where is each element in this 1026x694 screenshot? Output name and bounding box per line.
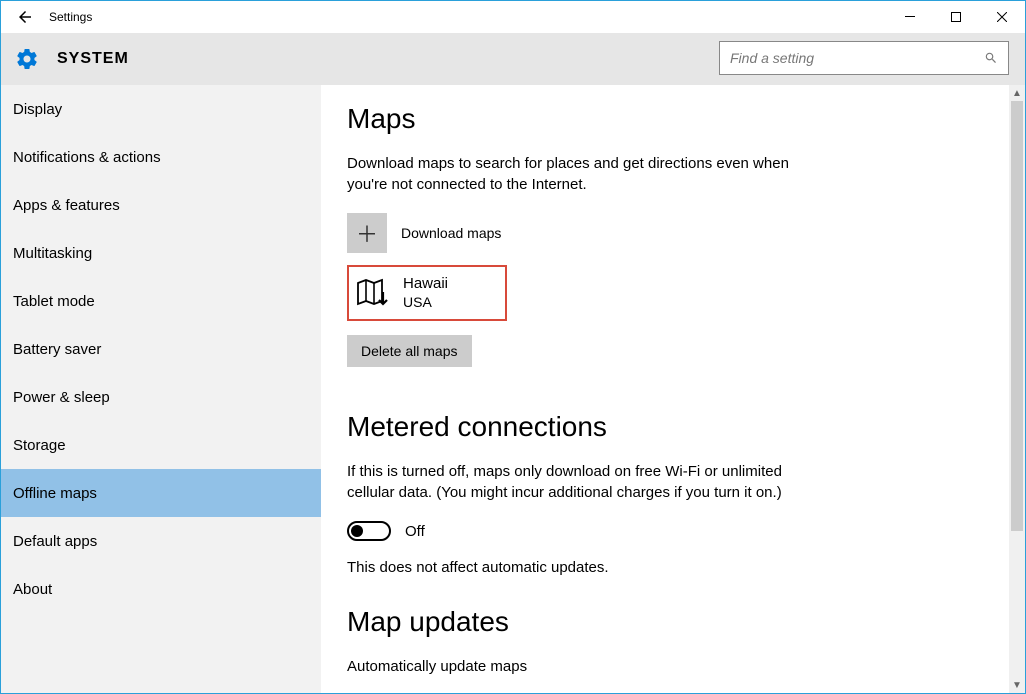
sidebar-item-label: Storage bbox=[13, 437, 66, 454]
plus-tile[interactable]: ＋ bbox=[347, 213, 387, 253]
maximize-button[interactable] bbox=[933, 1, 979, 33]
sidebar-item-offline-maps[interactable]: Offline maps bbox=[1, 469, 321, 517]
scroll-up-arrow-icon[interactable]: ▲ bbox=[1009, 85, 1025, 101]
sidebar-item-label: Battery saver bbox=[13, 341, 101, 358]
minimize-icon bbox=[905, 12, 915, 22]
sidebar-item-label: Offline maps bbox=[13, 485, 97, 502]
sidebar-item-label: Notifications & actions bbox=[13, 149, 161, 166]
scroll-thumb[interactable] bbox=[1011, 101, 1023, 531]
delete-all-maps-button[interactable]: Delete all maps bbox=[347, 335, 472, 367]
scroll-down-arrow-icon[interactable]: ▼ bbox=[1009, 677, 1025, 693]
sidebar-item-label: Multitasking bbox=[13, 245, 92, 262]
sidebar-item-label: Display bbox=[13, 101, 62, 118]
sidebar: Display Notifications & actions Apps & f… bbox=[1, 85, 321, 693]
header: SYSTEM bbox=[1, 33, 1025, 85]
sidebar-item-about[interactable]: About bbox=[1, 565, 321, 613]
search-input[interactable] bbox=[730, 50, 984, 66]
sidebar-item-power-sleep[interactable]: Power & sleep bbox=[1, 373, 321, 421]
maps-heading: Maps bbox=[347, 103, 999, 135]
updates-heading: Map updates bbox=[347, 606, 999, 638]
scrollbar[interactable]: ▲ ▼ bbox=[1009, 85, 1025, 693]
sidebar-item-default-apps[interactable]: Default apps bbox=[1, 517, 321, 565]
download-maps-label: Download maps bbox=[401, 225, 501, 241]
back-arrow-icon bbox=[16, 8, 34, 26]
sidebar-item-display[interactable]: Display bbox=[1, 85, 321, 133]
maps-description: Download maps to search for places and g… bbox=[347, 153, 797, 195]
map-item-hawaii[interactable]: Hawaii USA bbox=[347, 265, 507, 321]
sidebar-item-storage[interactable]: Storage bbox=[1, 421, 321, 469]
sidebar-item-tablet-mode[interactable]: Tablet mode bbox=[1, 277, 321, 325]
metered-toggle[interactable] bbox=[347, 521, 391, 541]
download-maps-row[interactable]: ＋ Download maps bbox=[347, 213, 999, 253]
header-title: SYSTEM bbox=[57, 50, 129, 68]
window-controls bbox=[887, 1, 1025, 33]
window-title: Settings bbox=[49, 10, 92, 24]
sidebar-item-label: About bbox=[13, 581, 52, 598]
sidebar-item-apps-features[interactable]: Apps & features bbox=[1, 181, 321, 229]
sidebar-item-battery-saver[interactable]: Battery saver bbox=[1, 325, 321, 373]
metered-toggle-row: Off bbox=[347, 521, 999, 541]
content: Maps Download maps to search for places … bbox=[321, 85, 1025, 693]
updates-auto-label: Automatically update maps bbox=[347, 656, 797, 677]
titlebar: Settings bbox=[1, 1, 1025, 33]
metered-heading: Metered connections bbox=[347, 411, 999, 443]
close-icon bbox=[997, 12, 1007, 22]
body: Display Notifications & actions Apps & f… bbox=[1, 85, 1025, 693]
search-box[interactable] bbox=[719, 41, 1009, 75]
sidebar-item-multitasking[interactable]: Multitasking bbox=[1, 229, 321, 277]
metered-description: If this is turned off, maps only downloa… bbox=[347, 461, 797, 503]
search-icon bbox=[984, 51, 998, 65]
map-name: Hawaii bbox=[403, 275, 448, 294]
sidebar-item-label: Apps & features bbox=[13, 197, 120, 214]
plus-icon: ＋ bbox=[356, 217, 378, 249]
close-button[interactable] bbox=[979, 1, 1025, 33]
toggle-knob bbox=[351, 525, 363, 537]
gear-icon bbox=[15, 47, 39, 71]
sidebar-item-label: Default apps bbox=[13, 533, 97, 550]
maximize-icon bbox=[951, 12, 961, 22]
metered-toggle-label: Off bbox=[405, 523, 425, 540]
map-sublabel: USA bbox=[403, 294, 448, 312]
metered-note: This does not affect automatic updates. bbox=[347, 559, 999, 576]
map-labels: Hawaii USA bbox=[403, 275, 448, 311]
sidebar-item-label: Tablet mode bbox=[13, 293, 95, 310]
sidebar-item-notifications[interactable]: Notifications & actions bbox=[1, 133, 321, 181]
back-button[interactable] bbox=[1, 1, 49, 33]
sidebar-item-label: Power & sleep bbox=[13, 389, 110, 406]
minimize-button[interactable] bbox=[887, 1, 933, 33]
map-download-icon bbox=[355, 275, 391, 311]
